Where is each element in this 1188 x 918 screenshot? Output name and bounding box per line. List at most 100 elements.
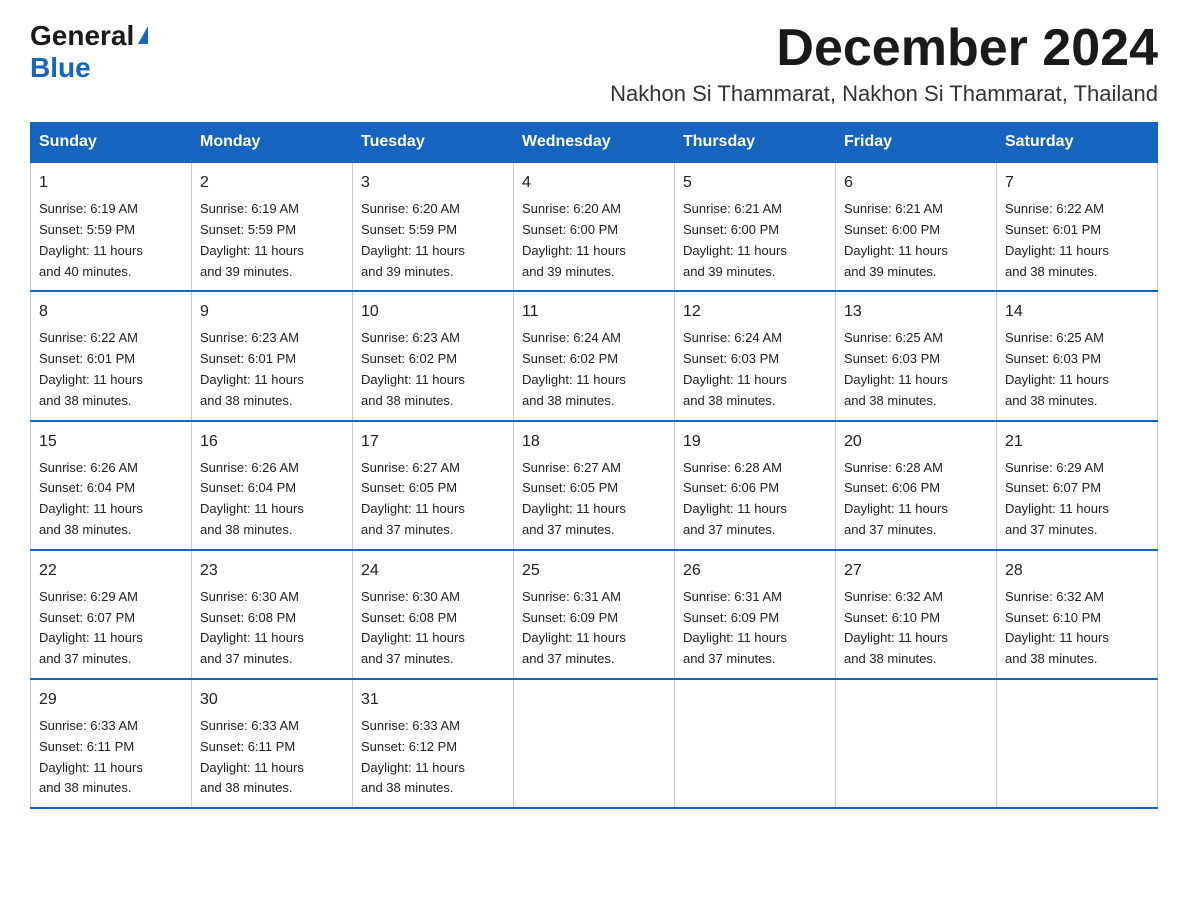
sunrise-text: Sunrise: 6:31 AM [522, 589, 621, 604]
day-info: Sunrise: 6:26 AMSunset: 6:04 PMDaylight:… [39, 458, 183, 541]
sunset-text: Sunset: 6:10 PM [844, 610, 940, 625]
day-info: Sunrise: 6:27 AMSunset: 6:05 PMDaylight:… [522, 458, 666, 541]
daylight-minutes-text: and 38 minutes. [200, 522, 293, 537]
header-thursday: Thursday [675, 123, 836, 163]
daylight-text: Daylight: 11 hours [683, 243, 787, 258]
sunrise-text: Sunrise: 6:33 AM [361, 718, 460, 733]
day-info: Sunrise: 6:30 AMSunset: 6:08 PMDaylight:… [200, 587, 344, 670]
sunset-text: Sunset: 6:03 PM [683, 351, 779, 366]
day-info: Sunrise: 6:22 AMSunset: 6:01 PMDaylight:… [1005, 199, 1149, 282]
daylight-minutes-text: and 37 minutes. [683, 651, 776, 666]
daylight-text: Daylight: 11 hours [39, 243, 143, 258]
daylight-minutes-text: and 38 minutes. [39, 393, 132, 408]
calendar-cell: 4Sunrise: 6:20 AMSunset: 6:00 PMDaylight… [514, 162, 675, 291]
calendar-cell: 18 Sunrise: 6:27 AMSunset: 6:05 PMDayligh… [514, 421, 675, 550]
sunset-text: Sunset: 5:59 PM [39, 222, 135, 237]
day-number: 24 [361, 559, 505, 583]
sunrise-text: Sunrise: 6:29 AM [1005, 460, 1104, 475]
sunset-text: Sunset: 6:04 PM [200, 480, 296, 495]
calendar-cell: 29Sunrise: 6:33 AMSunset: 6:11 PMDayligh… [31, 679, 192, 808]
sunset-text: Sunset: 6:02 PM [361, 351, 457, 366]
day-info: Sunrise: 6:33 AMSunset: 6:11 PMDaylight:… [200, 716, 344, 799]
calendar-cell: 21Sunrise: 6:29 AMSunset: 6:07 PMDayligh… [997, 421, 1158, 550]
sunrise-text: Sunrise: 6:20 AM [522, 201, 621, 216]
header-friday: Friday [836, 123, 997, 163]
daylight-text: Daylight: 11 hours [200, 243, 304, 258]
logo-general-text: General [30, 20, 134, 52]
day-info: Sunrise: 6:31 AMSunset: 6:09 PMDaylight:… [683, 587, 827, 670]
daylight-text: Daylight: 11 hours [1005, 501, 1109, 516]
day-number: 15 [39, 430, 183, 454]
calendar-cell: 28Sunrise: 6:32 AMSunset: 6:10 PMDayligh… [997, 550, 1158, 679]
daylight-minutes-text: and 37 minutes. [844, 522, 937, 537]
daylight-minutes-text: and 38 minutes. [200, 393, 293, 408]
day-number: 18 [522, 430, 666, 454]
daylight-text: Daylight: 11 hours [200, 630, 304, 645]
calendar-cell: 31Sunrise: 6:33 AMSunset: 6:12 PMDayligh… [353, 679, 514, 808]
sunrise-text: Sunrise: 6:30 AM [361, 589, 460, 604]
calendar-cell: 27Sunrise: 6:32 AMSunset: 6:10 PMDayligh… [836, 550, 997, 679]
calendar-cell: 5Sunrise: 6:21 AMSunset: 6:00 PMDaylight… [675, 162, 836, 291]
calendar-cell: 20Sunrise: 6:28 AMSunset: 6:06 PMDayligh… [836, 421, 997, 550]
calendar-cell: 3Sunrise: 6:20 AMSunset: 5:59 PMDaylight… [353, 162, 514, 291]
calendar-cell: 12Sunrise: 6:24 AMSunset: 6:03 PMDayligh… [675, 291, 836, 420]
month-title: December 2024 [610, 20, 1158, 77]
day-info: Sunrise: 6:33 AMSunset: 6:11 PMDaylight:… [39, 716, 183, 799]
day-number: 5 [683, 171, 827, 195]
day-info: Sunrise: 6:23 AM Sunset: 6:02 PM Daylight:… [361, 328, 505, 411]
daylight-text: Daylight: 11 hours [39, 372, 143, 387]
sunrise-text: Sunrise: 6:33 AM [39, 718, 138, 733]
header-tuesday: Tuesday [353, 123, 514, 163]
sunrise-text: Sunrise: 6:33 AM [200, 718, 299, 733]
day-number: 1 [39, 171, 183, 195]
day-number: 31 [361, 688, 505, 712]
sunrise-text: Sunrise: 6:22 AM [1005, 201, 1104, 216]
daylight-minutes-text: and 39 minutes. [683, 264, 776, 279]
day-number: 30 [200, 688, 344, 712]
daylight-text: Daylight: 11 hours [683, 501, 787, 516]
sunset-text: Sunset: 6:00 PM [683, 222, 779, 237]
calendar-cell [514, 679, 675, 808]
header-wednesday: Wednesday [514, 123, 675, 163]
daylight-minutes-text: and 38 minutes. [200, 780, 293, 795]
week-row-3: 15 Sunrise: 6:26 AMSunset: 6:04 PMDayligh… [31, 421, 1158, 550]
sunset-text: Sunset: 6:10 PM [1005, 610, 1101, 625]
daylight-text: Daylight: 11 hours [361, 372, 465, 387]
week-row-5: 29Sunrise: 6:33 AMSunset: 6:11 PMDayligh… [31, 679, 1158, 808]
daylight-minutes-text: and 37 minutes. [1005, 522, 1098, 537]
daylight-text: Daylight: 11 hours [39, 501, 143, 516]
sunrise-text: Sunrise: 6:28 AM [683, 460, 782, 475]
day-info: Sunrise: 6:32 AMSunset: 6:10 PMDaylight:… [1005, 587, 1149, 670]
sunrise-text: Sunrise: 6:32 AM [1005, 589, 1104, 604]
day-number: 26 [683, 559, 827, 583]
sunset-text: Sunset: 6:00 PM [522, 222, 618, 237]
title-section: December 2024 Nakhon Si Thammarat, Nakho… [610, 20, 1158, 107]
calendar-header-row: SundayMondayTuesdayWednesdayThursdayFrid… [31, 123, 1158, 163]
daylight-text: Daylight: 11 hours [683, 372, 787, 387]
sunrise-text: Sunrise: 6:23 AM [361, 330, 460, 345]
daylight-minutes-text: and 38 minutes. [361, 393, 454, 408]
calendar-cell: 19Sunrise: 6:28 AMSunset: 6:06 PMDayligh… [675, 421, 836, 550]
daylight-text: Daylight: 11 hours [361, 630, 465, 645]
daylight-text: Daylight: 11 hours [522, 243, 626, 258]
sunset-text: Sunset: 6:00 PM [844, 222, 940, 237]
calendar-cell: 2Sunrise: 6:19 AMSunset: 5:59 PMDaylight… [192, 162, 353, 291]
day-info: Sunrise: 6:27 AMSunset: 6:05 PMDaylight:… [361, 458, 505, 541]
sunrise-text: Sunrise: 6:24 AM [522, 330, 621, 345]
sunset-text: Sunset: 6:04 PM [39, 480, 135, 495]
calendar-cell [675, 679, 836, 808]
calendar-cell: 13Sunrise: 6:25 AMSunset: 6:03 PMDayligh… [836, 291, 997, 420]
day-info: Sunrise: 6:25 AMSunset: 6:03 PMDaylight:… [844, 328, 988, 411]
sunset-text: Sunset: 6:08 PM [200, 610, 296, 625]
daylight-text: Daylight: 11 hours [39, 630, 143, 645]
day-number: 28 [1005, 559, 1149, 583]
sunset-text: Sunset: 6:01 PM [39, 351, 135, 366]
sunrise-text: Sunrise: 6:27 AM [522, 460, 621, 475]
sunset-text: Sunset: 6:05 PM [361, 480, 457, 495]
daylight-minutes-text: and 39 minutes. [522, 264, 615, 279]
sunset-text: Sunset: 5:59 PM [361, 222, 457, 237]
daylight-text: Daylight: 11 hours [683, 630, 787, 645]
daylight-text: Daylight: 11 hours [1005, 372, 1109, 387]
sunset-text: Sunset: 6:06 PM [683, 480, 779, 495]
daylight-minutes-text: and 37 minutes. [361, 651, 454, 666]
